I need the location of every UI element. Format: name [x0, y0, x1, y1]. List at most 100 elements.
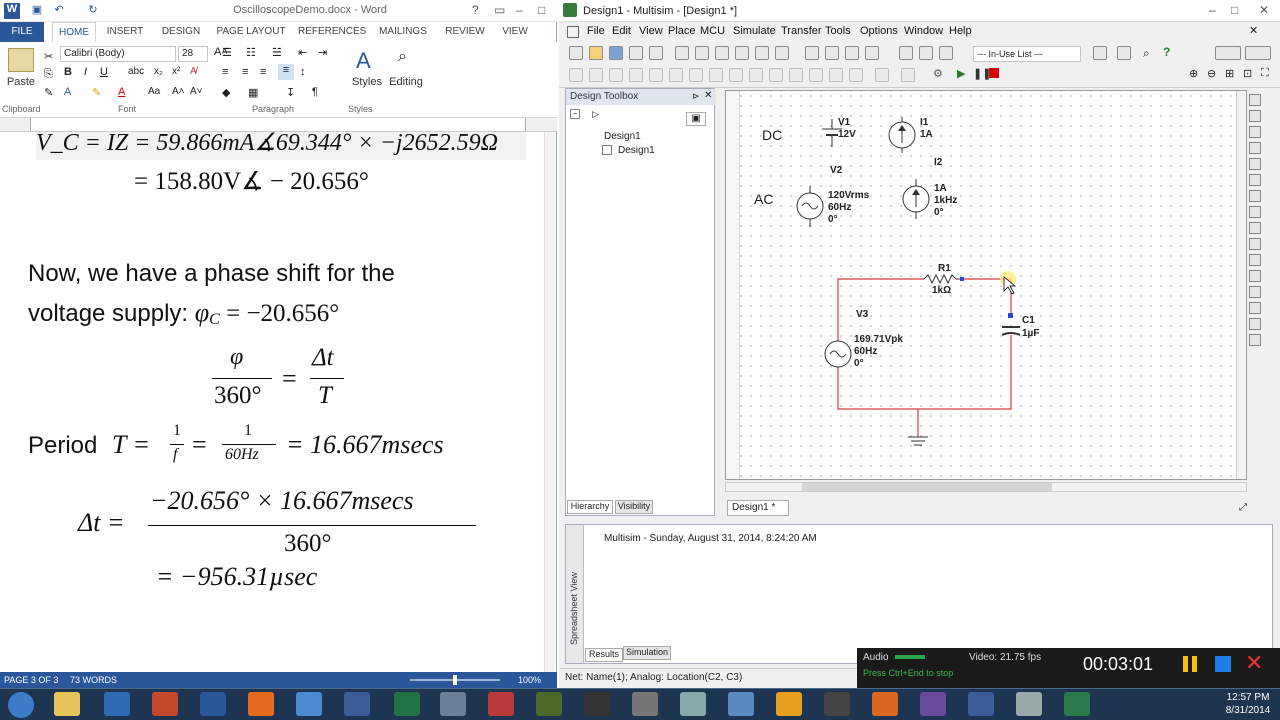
- horizontal-ruler[interactable]: [0, 118, 557, 132]
- tab-file[interactable]: FILE: [0, 22, 44, 42]
- layout-icon-1[interactable]: [1215, 46, 1241, 60]
- ms-minimize-icon[interactable]: –: [1209, 3, 1216, 17]
- itunes2-icon[interactable]: [968, 692, 994, 716]
- tab-visibility[interactable]: Visibility: [615, 500, 653, 514]
- component-icon-1[interactable]: [805, 46, 819, 60]
- itunes-icon[interactable]: [344, 692, 370, 716]
- place-icon-2[interactable]: [589, 68, 603, 82]
- editing-icon[interactable]: ⌕: [398, 48, 407, 66]
- instrument-function-gen-icon[interactable]: [1249, 110, 1261, 122]
- place-icon-10[interactable]: [749, 68, 763, 82]
- font-size-select[interactable]: 28: [178, 46, 208, 62]
- zoom-level[interactable]: 100%: [518, 672, 541, 688]
- line-spacing-icon[interactable]: ↕: [300, 66, 306, 78]
- justify-icon[interactable]: ≡: [278, 64, 294, 80]
- instrument-iv-analyzer-icon[interactable]: [1249, 254, 1261, 266]
- media-icon[interactable]: [824, 692, 850, 716]
- multisim-taskbar-icon[interactable]: [1064, 692, 1090, 716]
- instrument-multimeter-icon[interactable]: [1249, 94, 1261, 106]
- app-green-icon[interactable]: [536, 692, 562, 716]
- sort-icon[interactable]: ↧: [286, 86, 295, 99]
- v3-value[interactable]: 169.71Vpk: [854, 334, 903, 345]
- pilcrow-icon[interactable]: ¶: [312, 86, 318, 98]
- recorder-close-icon[interactable]: ✕: [1245, 650, 1263, 676]
- tab-page-layout[interactable]: PAGE LAYOUT: [214, 22, 288, 42]
- place-icon-6[interactable]: [669, 68, 683, 82]
- strikethrough-icon[interactable]: abc: [128, 66, 144, 77]
- minimize-icon[interactable]: –: [516, 3, 523, 17]
- instrument-agilent-icon[interactable]: [1249, 318, 1261, 330]
- instrument-bode-icon[interactable]: [1249, 174, 1261, 186]
- start-button[interactable]: [8, 692, 34, 718]
- zoom-sheet-icon[interactable]: ⊡: [1243, 67, 1252, 80]
- sim-switch-icon[interactable]: ⚙: [933, 67, 943, 80]
- menu-mcu[interactable]: MCU: [700, 25, 725, 37]
- place-icon-3[interactable]: [609, 68, 623, 82]
- tab-hierarchy[interactable]: Hierarchy: [567, 500, 613, 514]
- r1-value[interactable]: 1kΩ: [932, 285, 951, 296]
- zoom-area-icon[interactable]: ⊞: [1225, 67, 1234, 80]
- app-red-icon[interactable]: [488, 692, 514, 716]
- v3-phase[interactable]: 0°: [854, 358, 864, 369]
- place-icon-15[interactable]: [849, 68, 863, 82]
- app-grey-icon[interactable]: [1016, 692, 1042, 716]
- forward-annotate-icon[interactable]: [1117, 46, 1131, 60]
- v1-value[interactable]: 12V: [838, 129, 856, 140]
- mdi-close-icon[interactable]: ✕: [1249, 24, 1258, 37]
- clear-format-icon[interactable]: A̸: [190, 66, 197, 77]
- canvas-vscroll[interactable]: [1236, 91, 1246, 479]
- instrument-counter-icon[interactable]: [1249, 190, 1261, 202]
- shrink-icon[interactable]: A˅: [190, 86, 203, 97]
- save-ms-icon[interactable]: [609, 46, 623, 60]
- recorder-pause-icon[interactable]: [1183, 656, 1197, 672]
- explorer-icon[interactable]: [54, 692, 80, 716]
- toolbox-pin-icon[interactable]: ⊳: [692, 91, 700, 102]
- italic-icon[interactable]: I: [84, 66, 87, 78]
- app-bug-icon[interactable]: [152, 692, 178, 716]
- i1-value[interactable]: 1A: [920, 129, 933, 140]
- new-icon[interactable]: [569, 46, 583, 60]
- word-count[interactable]: 73 WORDS: [70, 672, 117, 688]
- run-icon[interactable]: ▶: [957, 67, 965, 80]
- menu-window[interactable]: Window: [904, 25, 943, 37]
- recorder-stop-icon[interactable]: [1215, 656, 1231, 672]
- vertical-scrollbar[interactable]: [544, 132, 555, 672]
- page-count[interactable]: PAGE 3 OF 3: [4, 672, 58, 688]
- instrument-spectrum-icon[interactable]: [1249, 286, 1261, 298]
- paste-ms-icon[interactable]: [715, 46, 729, 60]
- c1-value[interactable]: 1µF: [1022, 328, 1039, 339]
- place-icon-17[interactable]: [901, 68, 915, 82]
- instrument-oscilloscope-icon[interactable]: [1249, 142, 1261, 154]
- redo-ms-icon[interactable]: [775, 46, 789, 60]
- styles-icon[interactable]: A: [356, 48, 371, 74]
- v2-freq[interactable]: 60Hz: [828, 202, 851, 213]
- tree-item-design1-root[interactable]: Design1: [604, 131, 641, 142]
- zoom-out-icon[interactable]: ⊖: [1207, 67, 1216, 80]
- firefox-icon[interactable]: [248, 692, 274, 716]
- instrument-logic-converter-icon[interactable]: [1249, 238, 1261, 250]
- increase-indent-icon[interactable]: ⇥: [318, 46, 327, 59]
- zoom-in-icon[interactable]: ⊕: [1189, 67, 1198, 80]
- tool-icon[interactable]: [680, 692, 706, 716]
- cut-ms-icon[interactable]: [675, 46, 689, 60]
- tab-view[interactable]: VIEW: [496, 22, 534, 42]
- menu-file[interactable]: File: [587, 25, 605, 37]
- v1-name[interactable]: V1: [838, 117, 850, 128]
- paint-icon[interactable]: [632, 692, 658, 716]
- multilevel-icon[interactable]: ☱: [272, 46, 282, 59]
- tab-mailings[interactable]: MAILINGS: [374, 22, 432, 42]
- cmd-icon[interactable]: [584, 692, 610, 716]
- layout-icon-2[interactable]: [1245, 46, 1271, 60]
- open-icon[interactable]: [589, 46, 603, 60]
- excel-icon[interactable]: [394, 692, 420, 716]
- place-icon-11[interactable]: [769, 68, 783, 82]
- tab-design[interactable]: DESIGN: [158, 22, 204, 42]
- bullets-icon[interactable]: ☰: [222, 46, 232, 59]
- align-left-icon[interactable]: ≡: [222, 66, 228, 78]
- zoom-thumb[interactable]: [453, 675, 457, 685]
- text-effects-icon[interactable]: A: [64, 86, 71, 98]
- find-icon[interactable]: ⌕: [1143, 46, 1150, 61]
- paste-icon[interactable]: [8, 48, 34, 72]
- instrument-wattmeter-icon[interactable]: [1249, 126, 1261, 138]
- postprocessor-icon[interactable]: [919, 46, 933, 60]
